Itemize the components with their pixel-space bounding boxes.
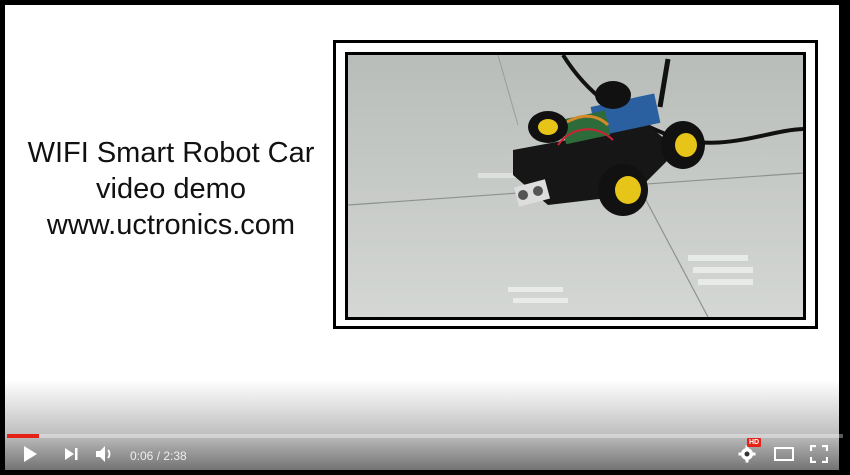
theater-mode-button[interactable] — [770, 440, 798, 472]
progress-bar[interactable] — [7, 434, 843, 438]
volume-icon — [95, 445, 115, 468]
theater-mode-icon — [774, 446, 794, 466]
title-line-2: video demo — [96, 173, 246, 205]
play-button[interactable] — [16, 440, 44, 472]
robot-car-video-image — [345, 52, 806, 320]
time-separator: / — [153, 449, 164, 463]
title-line-1: WIFI Smart Robot Car — [27, 137, 315, 169]
gear-icon — [738, 445, 756, 468]
current-time: 0:06 — [130, 449, 154, 463]
control-bar: 0:06 / 2:38 HD — [0, 438, 850, 472]
video-picture-frame — [333, 40, 818, 329]
video-frame[interactable]: WIFI Smart Robot Car video demo www.uctr… — [5, 5, 839, 470]
fullscreen-button[interactable] — [805, 440, 833, 472]
video-title-overlay: WIFI Smart Robot Car video demo www.uctr… — [11, 135, 331, 243]
duration: 2:38 — [163, 449, 187, 463]
fullscreen-icon — [809, 444, 829, 468]
hd-badge: HD — [747, 438, 762, 447]
play-icon — [22, 445, 38, 468]
progress-played — [7, 434, 39, 438]
video-player[interactable]: WIFI Smart Robot Car video demo www.uctr… — [0, 0, 850, 475]
mute-button[interactable] — [92, 440, 118, 472]
next-icon — [63, 446, 79, 467]
time-display: 0:06 / 2:38 — [130, 449, 187, 463]
title-line-3: www.uctronics.com — [46, 209, 296, 241]
next-button[interactable] — [58, 440, 84, 472]
